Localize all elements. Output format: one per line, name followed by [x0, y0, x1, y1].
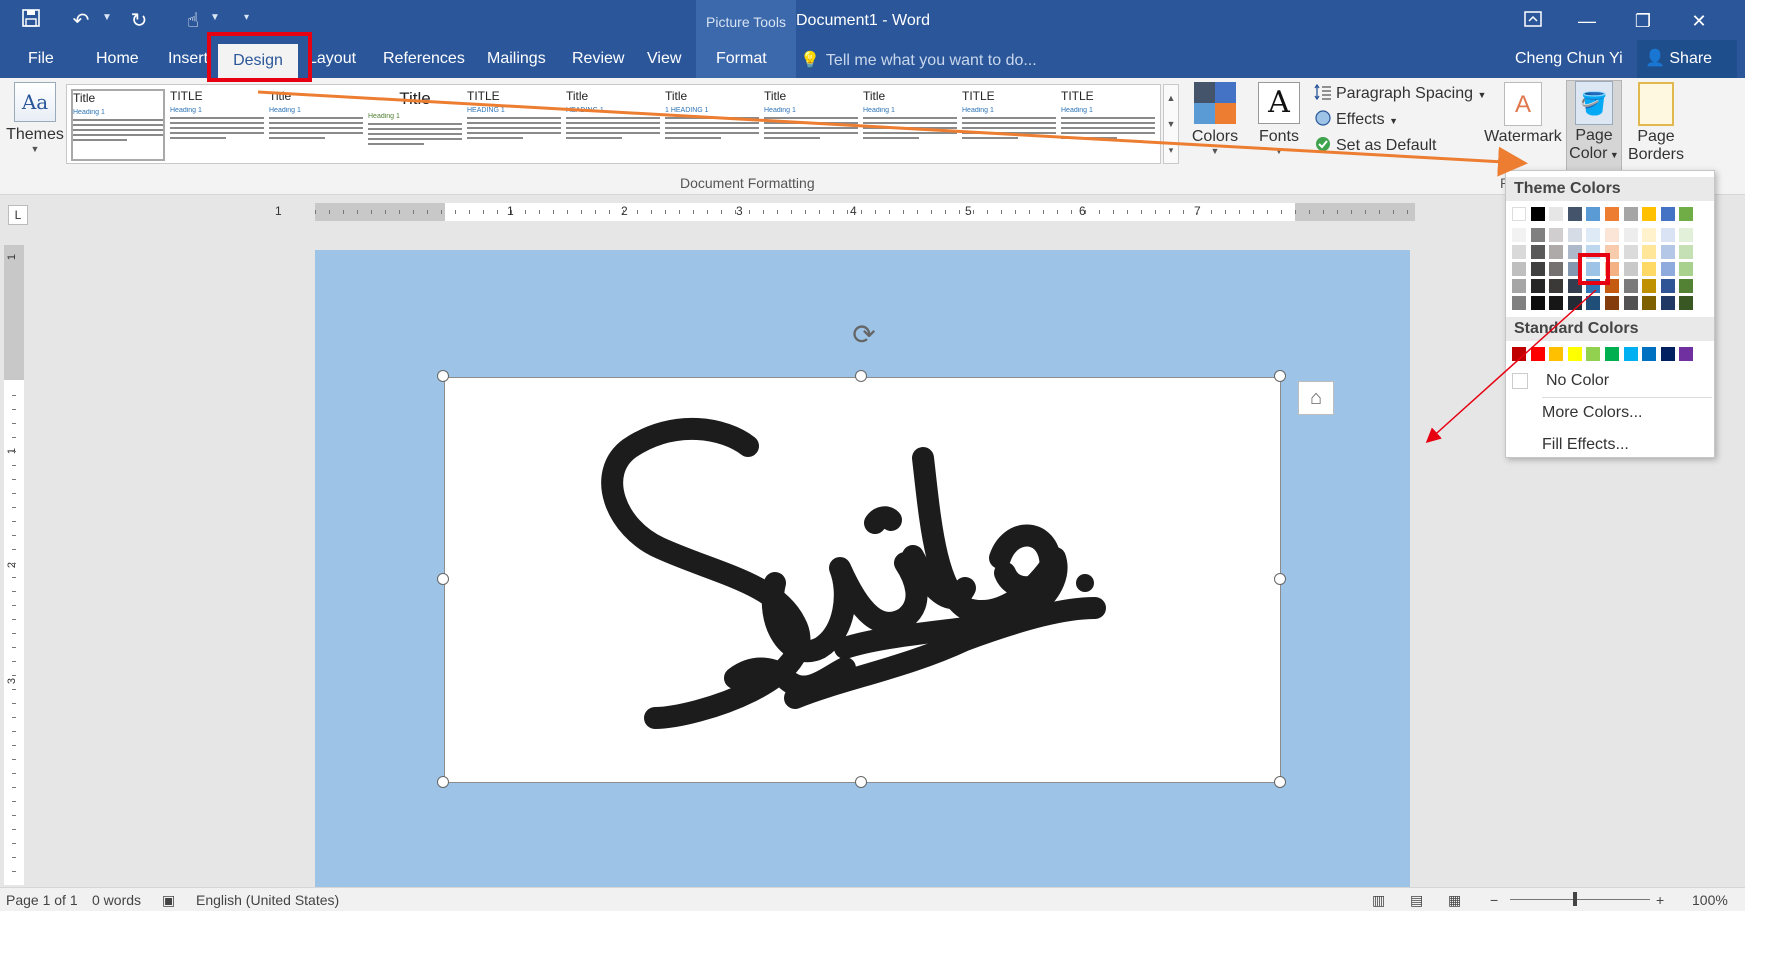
- annotation-arrows: [257, 90, 1597, 444]
- word-window: ↶ ▼ ↻ ☝ ▼ ▾ Picture Tools Document1 - Wo…: [0, 0, 1767, 953]
- annotation-arrow-orange: [257, 90, 1528, 177]
- annotation-arrow-red: [1425, 289, 1597, 444]
